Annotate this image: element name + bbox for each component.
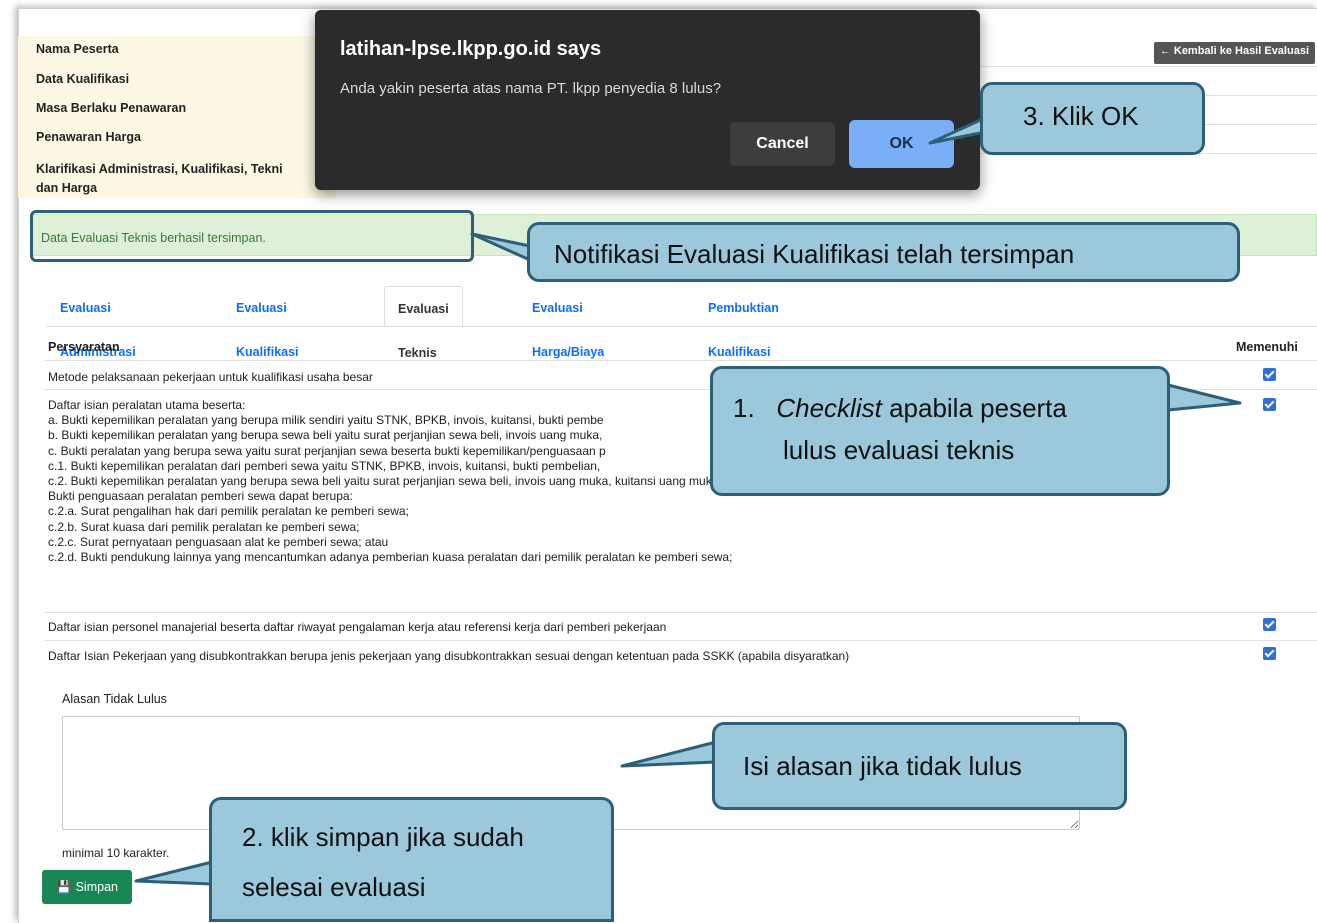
pointer-checklist [1166,383,1242,412]
pointer-reason [620,740,718,768]
callout-line: lulus evaluasi teknis [783,435,1015,465]
callout-simpan: 2. klik simpan jika sudah selesai evalua… [209,797,614,922]
callout-line: 1. Checklist apabila peserta [733,387,1167,429]
callout-em: Checklist [776,393,882,423]
callout-text: apabila peserta [881,393,1067,423]
alert-highlight [30,210,474,262]
callout-num: 1. [733,393,755,423]
ok-highlight [848,120,955,164]
callout-klik-ok: 3. Klik OK [980,82,1205,155]
pointer-save [134,860,214,886]
pointer-notif [470,232,532,262]
callout-line: selesai evaluasi [242,872,426,902]
callout-notifikasi: Notifikasi Evaluasi Kualifikasi telah te… [527,222,1240,282]
callout-alasan: Isi alasan jika tidak lulus [712,722,1127,810]
callout-line: 2. klik simpan jika sudah [242,822,524,852]
callout-checklist: 1. Checklist apabila peserta lulus evalu… [710,366,1170,496]
